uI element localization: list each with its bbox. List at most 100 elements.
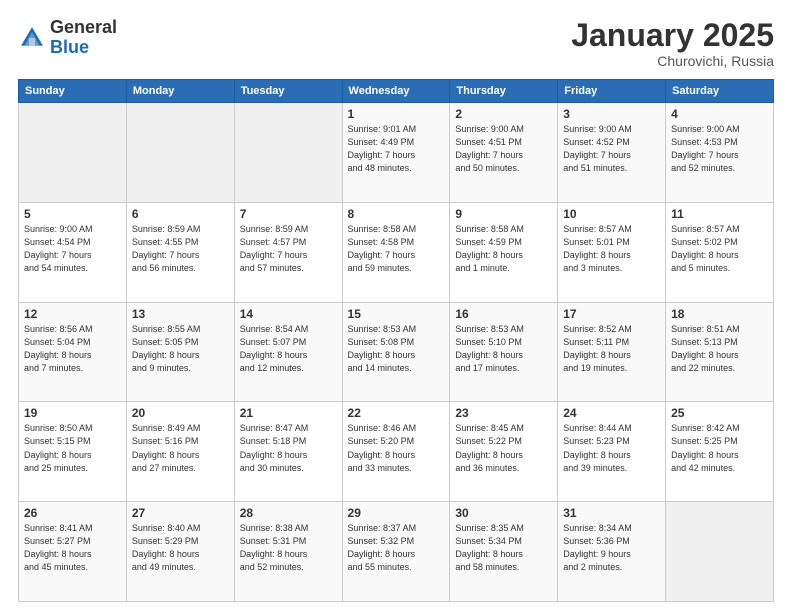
day-cell: 10Sunrise: 8:57 AM Sunset: 5:01 PM Dayli…: [558, 202, 666, 302]
day-cell: 19 Sunrise: 8:50 AM Sunset: 5:15 PM Dayli…: [19, 402, 127, 502]
day-number: 13: [132, 307, 229, 321]
day-number: 14: [240, 307, 337, 321]
header: General Blue January 2025 Churovichi, Ru…: [18, 18, 774, 69]
day-info: Sunrise: 8:59 AM Sunset: 4:57 PM Dayligh…: [240, 223, 337, 275]
day-number: 8: [348, 207, 445, 221]
day-info: Sunrise: 8:58 AM Sunset: 4:59 PM Dayligh…: [455, 223, 552, 275]
logo: General Blue: [18, 18, 117, 58]
weekday-header-sunday: Sunday: [19, 80, 127, 103]
day-number: 31: [563, 506, 660, 520]
day-info: Sunrise: 8:42 AM Sunset: 5:25 PM Dayligh…: [671, 422, 768, 474]
day-cell: 21Sunrise: 8:47 AM Sunset: 5:18 PM Dayli…: [234, 402, 342, 502]
title-block: January 2025 Churovichi, Russia: [571, 18, 774, 69]
day-number: 1: [348, 107, 445, 121]
day-number: 6: [132, 207, 229, 221]
calendar-table: SundayMondayTuesdayWednesdayThursdayFrid…: [18, 79, 774, 602]
day-info: Sunrise: 9:00 AM Sunset: 4:51 PM Dayligh…: [455, 123, 552, 175]
month-title: January 2025: [571, 18, 774, 53]
day-cell: 14 Sunrise: 8:54 AM Sunset: 5:07 PM Dayli…: [234, 302, 342, 402]
day-cell: 11 Sunrise: 8:57 AM Sunset: 5:02 PM Dayli…: [666, 202, 774, 302]
weekday-header-tuesday: Tuesday: [234, 80, 342, 103]
logo-text: General Blue: [50, 18, 117, 58]
calendar-body: 1Sunrise: 9:01 AM Sunset: 4:49 PM Daylig…: [19, 103, 774, 602]
week-row-2: 5 Sunrise: 9:00 AM Sunset: 4:54 PM Daylig…: [19, 202, 774, 302]
day-number: 11: [671, 207, 768, 221]
day-cell: 8 Sunrise: 8:58 AM Sunset: 4:58 PM Daylig…: [342, 202, 450, 302]
week-row-4: 19 Sunrise: 8:50 AM Sunset: 5:15 PM Dayli…: [19, 402, 774, 502]
logo-icon: [18, 24, 46, 52]
day-info: Sunrise: 8:53 AM Sunset: 5:10 PM Dayligh…: [455, 323, 552, 375]
logo-general: General: [50, 17, 117, 37]
day-cell: 9Sunrise: 8:58 AM Sunset: 4:59 PM Daylig…: [450, 202, 558, 302]
day-number: 20: [132, 406, 229, 420]
day-number: 7: [240, 207, 337, 221]
day-number: 25: [671, 406, 768, 420]
day-cell: 30Sunrise: 8:35 AM Sunset: 5:34 PM Dayli…: [450, 502, 558, 602]
weekday-header-friday: Friday: [558, 80, 666, 103]
day-info: Sunrise: 8:35 AM Sunset: 5:34 PM Dayligh…: [455, 522, 552, 574]
day-cell: [666, 502, 774, 602]
day-number: 17: [563, 307, 660, 321]
day-cell: 13 Sunrise: 8:55 AM Sunset: 5:05 PM Dayli…: [126, 302, 234, 402]
weekday-header-monday: Monday: [126, 80, 234, 103]
day-info: Sunrise: 8:41 AM Sunset: 5:27 PM Dayligh…: [24, 522, 121, 574]
day-info: Sunrise: 8:47 AM Sunset: 5:18 PM Dayligh…: [240, 422, 337, 474]
weekday-header-wednesday: Wednesday: [342, 80, 450, 103]
day-number: 24: [563, 406, 660, 420]
day-number: 5: [24, 207, 121, 221]
day-cell: 15 Sunrise: 8:53 AM Sunset: 5:08 PM Dayli…: [342, 302, 450, 402]
weekday-header-thursday: Thursday: [450, 80, 558, 103]
day-info: Sunrise: 8:49 AM Sunset: 5:16 PM Dayligh…: [132, 422, 229, 474]
day-cell: 7 Sunrise: 8:59 AM Sunset: 4:57 PM Daylig…: [234, 202, 342, 302]
day-number: 16: [455, 307, 552, 321]
day-number: 4: [671, 107, 768, 121]
weekday-row: SundayMondayTuesdayWednesdayThursdayFrid…: [19, 80, 774, 103]
day-info: Sunrise: 8:53 AM Sunset: 5:08 PM Dayligh…: [348, 323, 445, 375]
day-info: Sunrise: 8:51 AM Sunset: 5:13 PM Dayligh…: [671, 323, 768, 375]
day-info: Sunrise: 8:58 AM Sunset: 4:58 PM Dayligh…: [348, 223, 445, 275]
day-cell: 5 Sunrise: 9:00 AM Sunset: 4:54 PM Daylig…: [19, 202, 127, 302]
day-info: Sunrise: 8:57 AM Sunset: 5:02 PM Dayligh…: [671, 223, 768, 275]
day-cell: 3 Sunrise: 9:00 AM Sunset: 4:52 PM Daylig…: [558, 103, 666, 203]
day-info: Sunrise: 8:46 AM Sunset: 5:20 PM Dayligh…: [348, 422, 445, 474]
day-info: Sunrise: 8:44 AM Sunset: 5:23 PM Dayligh…: [563, 422, 660, 474]
day-number: 26: [24, 506, 121, 520]
day-cell: 20 Sunrise: 8:49 AM Sunset: 5:16 PM Dayli…: [126, 402, 234, 502]
day-cell: 17 Sunrise: 8:52 AM Sunset: 5:11 PM Dayli…: [558, 302, 666, 402]
day-number: 19: [24, 406, 121, 420]
day-cell: 1Sunrise: 9:01 AM Sunset: 4:49 PM Daylig…: [342, 103, 450, 203]
day-info: Sunrise: 9:00 AM Sunset: 4:53 PM Dayligh…: [671, 123, 768, 175]
day-number: 28: [240, 506, 337, 520]
week-row-1: 1Sunrise: 9:01 AM Sunset: 4:49 PM Daylig…: [19, 103, 774, 203]
day-cell: [126, 103, 234, 203]
day-info: Sunrise: 9:00 AM Sunset: 4:54 PM Dayligh…: [24, 223, 121, 275]
day-info: Sunrise: 8:55 AM Sunset: 5:05 PM Dayligh…: [132, 323, 229, 375]
page: General Blue January 2025 Churovichi, Ru…: [0, 0, 792, 612]
day-info: Sunrise: 8:59 AM Sunset: 4:55 PM Dayligh…: [132, 223, 229, 275]
day-number: 15: [348, 307, 445, 321]
day-cell: 25 Sunrise: 8:42 AM Sunset: 5:25 PM Dayli…: [666, 402, 774, 502]
day-info: Sunrise: 8:57 AM Sunset: 5:01 PM Dayligh…: [563, 223, 660, 275]
location: Churovichi, Russia: [571, 53, 774, 69]
day-cell: 24 Sunrise: 8:44 AM Sunset: 5:23 PM Dayli…: [558, 402, 666, 502]
day-info: Sunrise: 8:37 AM Sunset: 5:32 PM Dayligh…: [348, 522, 445, 574]
day-cell: 26 Sunrise: 8:41 AM Sunset: 5:27 PM Dayli…: [19, 502, 127, 602]
day-number: 29: [348, 506, 445, 520]
weekday-header-saturday: Saturday: [666, 80, 774, 103]
day-info: Sunrise: 8:52 AM Sunset: 5:11 PM Dayligh…: [563, 323, 660, 375]
day-cell: 29 Sunrise: 8:37 AM Sunset: 5:32 PM Dayli…: [342, 502, 450, 602]
day-info: Sunrise: 8:54 AM Sunset: 5:07 PM Dayligh…: [240, 323, 337, 375]
day-number: 27: [132, 506, 229, 520]
day-number: 18: [671, 307, 768, 321]
day-number: 3: [563, 107, 660, 121]
day-info: Sunrise: 8:56 AM Sunset: 5:04 PM Dayligh…: [24, 323, 121, 375]
day-number: 22: [348, 406, 445, 420]
day-cell: 28Sunrise: 8:38 AM Sunset: 5:31 PM Dayli…: [234, 502, 342, 602]
day-number: 2: [455, 107, 552, 121]
day-number: 12: [24, 307, 121, 321]
calendar-header: SundayMondayTuesdayWednesdayThursdayFrid…: [19, 80, 774, 103]
day-cell: 4 Sunrise: 9:00 AM Sunset: 4:53 PM Daylig…: [666, 103, 774, 203]
day-info: Sunrise: 8:50 AM Sunset: 5:15 PM Dayligh…: [24, 422, 121, 474]
day-info: Sunrise: 9:00 AM Sunset: 4:52 PM Dayligh…: [563, 123, 660, 175]
day-cell: 31Sunrise: 8:34 AM Sunset: 5:36 PM Dayli…: [558, 502, 666, 602]
